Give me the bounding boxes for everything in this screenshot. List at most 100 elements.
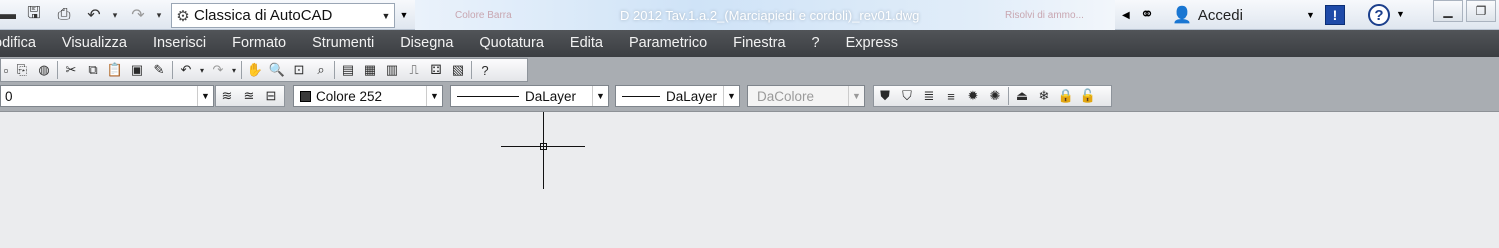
block-editor-icon[interactable]: ✎ — [148, 59, 170, 81]
menu-bar: odifica Visualizza Inserisci Formato Str… — [0, 30, 1499, 57]
layer-lock-icon[interactable]: 🔒 — [1055, 85, 1077, 107]
undo-icon[interactable]: ↶ — [175, 59, 197, 81]
minimize-icon: ▁ — [1443, 4, 1453, 18]
menu-inserisci[interactable]: Inserisci — [140, 30, 219, 57]
layer-dropdown[interactable]: 0 ▼ — [0, 85, 214, 107]
standard-toolbar-row: ▫ ⎘ ◍ ✂ ⧉ 📋 ▣ ✎ ↶ ▾ ↷ ▾ ✋ 🔍 ⊡ ⌕ ▤ ▦ ▥ ⎍ … — [0, 57, 1499, 84]
restore-icon: ❐ — [1475, 4, 1487, 18]
publish-icon[interactable]: ⎘ — [11, 59, 33, 81]
user-icon: 👤 — [1172, 7, 1192, 24]
crosshair-vertical — [543, 112, 544, 189]
layer-unlock-icon[interactable]: 🔓 — [1077, 85, 1099, 107]
chevron-down-icon: ▼ — [381, 10, 391, 21]
copy-icon[interactable]: ⧉ — [82, 59, 104, 81]
layer-value: 0 — [5, 88, 13, 104]
menu-finestra[interactable]: Finestra — [720, 30, 798, 57]
lineweight-value: DaLayer — [666, 88, 718, 104]
layer-ii-toolbar: ⛊ ⛉ ≣ ≡ ✹ ✺ ⏏ ❄ 🔒 🔓 — [873, 85, 1112, 107]
undo-icon[interactable]: ↶ — [82, 3, 106, 27]
properties-icon[interactable]: ▤ — [337, 59, 359, 81]
signin-chevron-icon: ▼ — [1306, 10, 1315, 20]
quickcalc-icon[interactable]: ▧ — [447, 59, 469, 81]
color-swatch — [300, 90, 311, 102]
menu-express[interactable]: Express — [833, 30, 911, 57]
linetype-value: DaLayer — [525, 88, 577, 104]
customize-quick-access-icon[interactable]: ▼ — [397, 5, 411, 25]
menu-strumenti[interactable]: Strumenti — [299, 30, 387, 57]
infocenter: ◀ ⚭ — [1122, 3, 1160, 27]
redo-icon[interactable]: ↷ — [207, 59, 229, 81]
color-value: Colore 252 — [316, 88, 383, 104]
redo-icon[interactable]: ↷ — [126, 3, 150, 27]
layer-tools: ≋ ≊ ⊟ — [215, 85, 285, 107]
help-chevron-icon[interactable]: ▼ — [1396, 9, 1405, 19]
menu-visualizza[interactable]: Visualizza — [49, 30, 140, 57]
menu-help[interactable]: ? — [799, 30, 833, 57]
zoom-previous-icon[interactable]: ⌕ — [310, 59, 332, 81]
make-current-layer-icon[interactable]: ≋ — [216, 85, 238, 107]
workspace-label: Classica di AutoCAD — [194, 7, 333, 24]
zoom-window-icon[interactable]: ⊡ — [288, 59, 310, 81]
layer-unisolate-icon[interactable]: ✺ — [984, 85, 1006, 107]
minimize-button[interactable]: ▁ — [1433, 0, 1463, 22]
menu-edita[interactable]: Edita — [557, 30, 616, 57]
restore-button[interactable]: ❐ — [1466, 0, 1496, 22]
redo-dropdown-icon[interactable]: ▾ — [152, 3, 166, 27]
match-properties-icon[interactable]: ▣ — [126, 59, 148, 81]
sheet-set-icon[interactable]: ⎍ — [403, 59, 425, 81]
undo-dropdown-icon[interactable]: ▾ — [108, 3, 122, 27]
layer-off-icon[interactable]: ⏏ — [1011, 85, 1033, 107]
ghost-title-right: Risolvi di ammo... — [1005, 10, 1084, 21]
save-as-icon[interactable]: 🖫 — [22, 3, 46, 27]
print-icon[interactable]: ⎙ — [51, 3, 77, 27]
title-bar: ▬ 🖫 ⎙ ↶ ▾ ↷ ▾ ⚙ Classica di AutoCAD ▼ ▼ … — [0, 0, 1499, 30]
paste-icon[interactable]: 📋 — [104, 59, 126, 81]
layer-walk-icon[interactable]: ≡ — [940, 85, 962, 107]
undo-dropdown-icon[interactable]: ▾ — [197, 59, 207, 81]
subscription-center-icon[interactable]: ! — [1325, 5, 1345, 25]
menu-formato[interactable]: Formato — [219, 30, 299, 57]
gear-icon: ⚙ — [176, 7, 190, 25]
ghost-title-left: Colore Barra — [455, 10, 512, 21]
plot-preview-icon[interactable]: ▫ — [1, 59, 11, 81]
help-icon[interactable]: ? — [1368, 4, 1390, 26]
document-title-area: Colore Barra D 2012 Tav.1.a.2_(Marciapie… — [415, 0, 1115, 30]
menu-parametrico[interactable]: Parametrico — [616, 30, 720, 57]
signin-button[interactable]: 👤 Accedi ▼ — [1172, 3, 1320, 27]
tool-palettes-icon[interactable]: ▥ — [381, 59, 403, 81]
chevron-down-icon: ▼ — [848, 86, 864, 106]
copy-objects-to-layer-icon[interactable]: ≣ — [918, 85, 940, 107]
collapse-arrow-icon[interactable]: ◀ — [1122, 10, 1134, 21]
drawing-canvas[interactable] — [0, 112, 1499, 248]
lineweight-dropdown[interactable]: DaLayer ▼ — [615, 85, 740, 107]
pan-icon[interactable]: ✋ — [244, 59, 266, 81]
design-center-icon[interactable]: ▦ — [359, 59, 381, 81]
menu-modifica[interactable]: odifica — [0, 30, 49, 57]
binoculars-icon[interactable]: ⚭ — [1134, 5, 1160, 25]
crosshair-pickbox — [540, 143, 547, 150]
color-dropdown[interactable]: Colore 252 ▼ — [293, 85, 443, 107]
redo-dropdown-icon[interactable]: ▾ — [229, 59, 239, 81]
lineweight-sample — [622, 95, 660, 97]
workspace-dropdown[interactable]: ⚙ Classica di AutoCAD ▼ — [171, 3, 395, 28]
properties-toolbar-row: 0 ▼ ≋ ≊ ⊟ Colore 252 ▼ DaLayer ▼ DaLayer… — [0, 83, 1499, 112]
zoom-realtime-icon[interactable]: 🔍 — [266, 59, 288, 81]
help-icon[interactable]: ? — [474, 59, 496, 81]
menu-disegna[interactable]: Disegna — [387, 30, 466, 57]
layer-freeze-icon[interactable]: ❄ — [1033, 85, 1055, 107]
standard-toolbar: ▫ ⎘ ◍ ✂ ⧉ 📋 ▣ ✎ ↶ ▾ ↷ ▾ ✋ 🔍 ⊡ ⌕ ▤ ▦ ▥ ⎍ … — [0, 58, 528, 82]
3d-print-icon[interactable]: ◍ — [33, 59, 55, 81]
document-title: D 2012 Tav.1.a.2_(Marciapiedi e cordoli)… — [620, 8, 920, 23]
chevron-down-icon: ▼ — [592, 86, 608, 106]
save-icon[interactable]: ▬ — [0, 3, 16, 27]
layer-match-icon[interactable]: ⛊ — [874, 85, 896, 107]
menu-quotatura[interactable]: Quotatura — [466, 30, 557, 57]
layer-state-icon[interactable]: ⊟ — [260, 85, 282, 107]
linetype-dropdown[interactable]: DaLayer ▼ — [450, 85, 609, 107]
change-to-current-layer-icon[interactable]: ⛉ — [896, 85, 918, 107]
markup-icon[interactable]: ⚃ — [425, 59, 447, 81]
cut-icon[interactable]: ✂ — [60, 59, 82, 81]
chevron-down-icon: ▼ — [426, 86, 442, 106]
layer-isolate-icon[interactable]: ✹ — [962, 85, 984, 107]
layer-previous-icon[interactable]: ≊ — [238, 85, 260, 107]
